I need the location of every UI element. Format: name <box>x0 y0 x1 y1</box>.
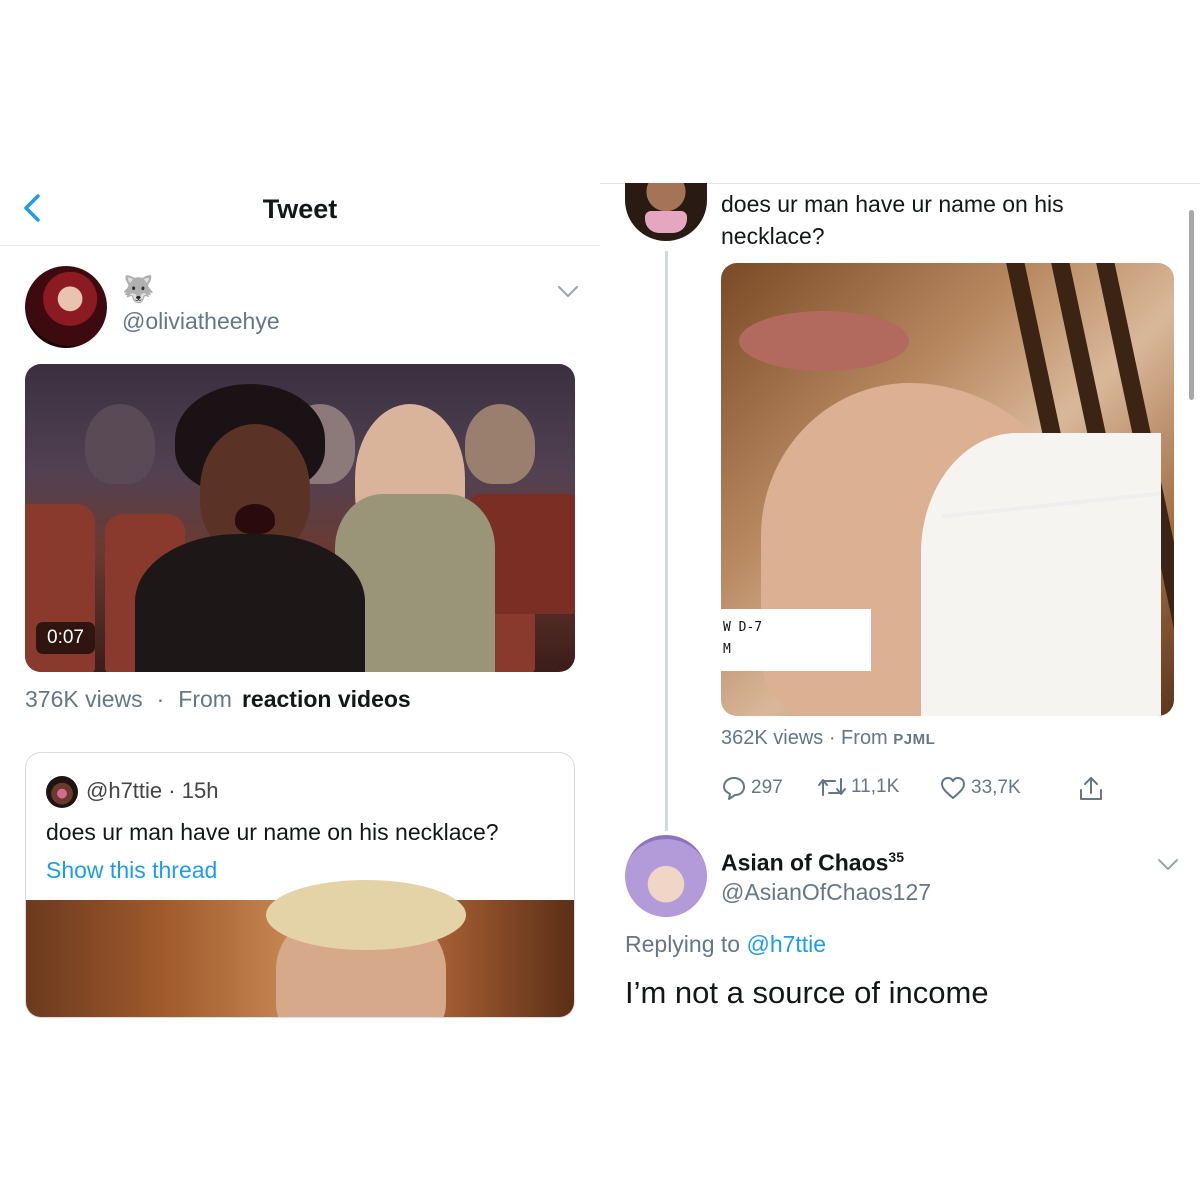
from-label: From <box>178 686 232 712</box>
reply-display-name[interactable]: Asian of Chaos35 <box>721 849 904 877</box>
name-superscript: 35 <box>888 849 904 865</box>
action-bar: 297 11,1K 33,7K <box>721 775 1141 805</box>
quoted-tweet-card[interactable]: @h7ttie · 15h does ur man have ur name o… <box>25 752 575 1018</box>
retweet-count: 11,1K <box>851 776 900 797</box>
source-link[interactable]: reaction videos <box>242 686 411 712</box>
like-count: 33,7K <box>971 777 1021 798</box>
thread-connector-line <box>665 251 668 831</box>
quoted-media[interactable] <box>26 880 574 1017</box>
wolf-emoji-icon: 🐺 <box>122 274 155 304</box>
quoted-meta: @h7ttie · 15h <box>86 778 218 804</box>
reply-action[interactable]: 297 <box>721 775 783 801</box>
thread-views-row: 362K views · From PJML <box>721 727 935 750</box>
author-handle[interactable]: @oliviatheehye <box>122 308 280 335</box>
source-link[interactable]: PJML <box>893 731 935 748</box>
view-count: 362K views <box>721 727 824 749</box>
reply-handle[interactable]: @AsianOfChaos127 <box>721 879 931 906</box>
video-caption-overlay: W D-7 M <box>721 609 871 671</box>
separator-dot: · <box>156 686 165 712</box>
share-action[interactable] <box>1077 775 1109 803</box>
thread-tweet-text: does ur man have ur name on his necklace… <box>721 191 1064 249</box>
scrollbar[interactable] <box>1189 210 1194 400</box>
from-label: · From <box>828 727 888 749</box>
reply-icon <box>723 777 745 800</box>
quoted-handle[interactable]: @h7ttie <box>86 778 162 803</box>
caption-line-1: W D-7 <box>723 620 763 635</box>
quoted-avatar[interactable] <box>46 776 78 808</box>
share-icon <box>1080 777 1102 800</box>
quoted-text: does ur man have ur name on his necklace… <box>46 819 499 845</box>
heart-icon <box>941 777 965 799</box>
replying-to-line: Replying to @h7ttie <box>625 931 826 958</box>
retweet-action[interactable]: 11,1K <box>817 775 899 799</box>
retweet-icon <box>818 778 846 796</box>
video-player[interactable] <box>25 364 575 672</box>
caption-line-2: M <box>723 642 731 657</box>
view-count: 376K views <box>25 686 143 712</box>
thread-author-avatar[interactable] <box>625 183 707 241</box>
reply-name-text: Asian of Chaos <box>721 849 889 876</box>
show-thread-link[interactable]: Show this thread <box>46 857 217 884</box>
left-tweet-panel: Tweet 🐺 @oliviatheehye 0:07 376K views · F… <box>0 170 600 1030</box>
replying-to-mention[interactable]: @h7ttie <box>746 931 826 957</box>
reply-count: 297 <box>751 777 783 798</box>
chevron-down-icon[interactable] <box>556 284 580 300</box>
views-row: 376K views · From reaction videos <box>25 686 411 713</box>
page-title: Tweet <box>262 194 338 224</box>
separator-dot: · <box>168 778 176 803</box>
like-action[interactable]: 33,7K <box>939 775 1021 801</box>
chevron-down-icon[interactable] <box>1156 857 1180 873</box>
nav-bar: Tweet <box>0 170 600 246</box>
replying-to-label: Replying to <box>625 931 741 957</box>
quoted-time: 15h <box>181 778 219 803</box>
thread-media-video[interactable]: W D-7 M <box>721 263 1174 716</box>
author-avatar[interactable] <box>25 266 107 348</box>
reply-avatar[interactable] <box>625 835 707 917</box>
reply-text: I’m not a source of income <box>625 975 989 1010</box>
right-thread-panel: does ur man have ur name on his necklace… <box>600 183 1200 1043</box>
video-duration-badge: 0:07 <box>36 622 95 654</box>
